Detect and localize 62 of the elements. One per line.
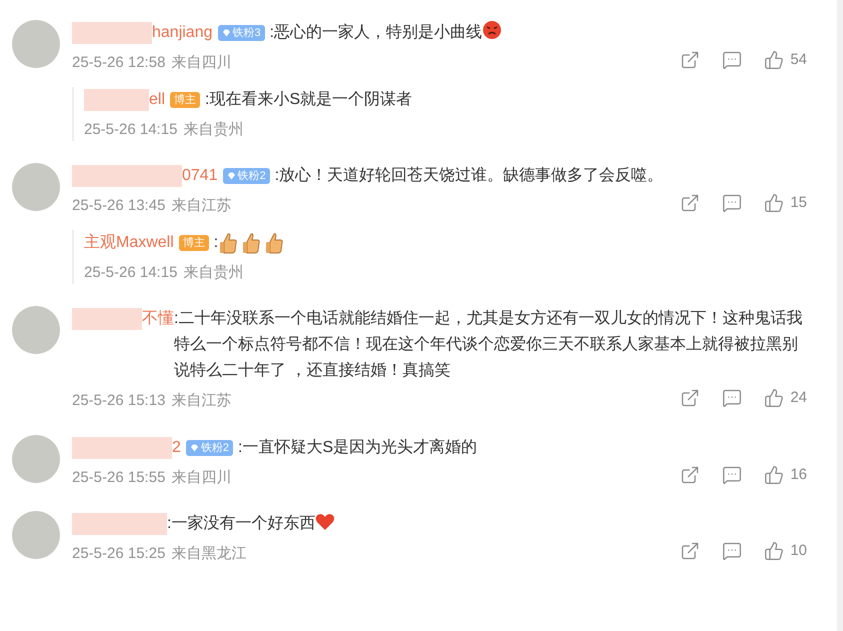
fan-badge: 铁粉2 [186,440,234,456]
timestamp: 25-5-26 14:15 [84,120,178,140]
like-count: 54 [790,50,807,70]
author-badge: 博主 [178,234,209,250]
diamond-icon [190,444,199,452]
username[interactable]: 2 [172,434,181,460]
author-badge: 博主 [170,92,200,108]
comment-text: :一直怀疑大S是因为光头才离婚的 [238,438,478,456]
thumbs-up-icon [218,232,238,254]
timestamp: 25-5-26 15:25 [72,544,166,564]
diamond-icon [226,172,236,180]
fan-badge: 铁粉3 [218,25,265,41]
location: 来自四川 [171,468,232,488]
thumbs-up-icon [264,232,284,254]
location: 来自四川 [171,53,232,73]
timestamp: 25-5-26 14:15 [84,262,178,282]
like-icon[interactable] [764,193,784,214]
like-icon[interactable] [764,464,784,485]
comment-icon[interactable] [722,541,742,562]
location: 来自黑龙江 [171,544,246,564]
like-count: 10 [790,541,807,561]
like-icon[interactable] [764,50,784,70]
heart-icon [315,513,336,531]
share-icon[interactable] [680,50,700,70]
diamond-icon [222,29,230,37]
like-count: 24 [790,388,807,408]
comment-text: :放心！天道好轮回苍天饶过谁。缺德事做多了会反噬。 [274,167,664,184]
location: 来自江苏 [171,391,232,411]
share-icon[interactable] [680,464,700,485]
like-icon[interactable] [764,541,784,562]
share-icon[interactable] [680,388,700,408]
timestamp: 25-5-26 15:55 [72,468,166,488]
thumbs-up-icon [241,232,262,254]
fan-badge: 铁粉2 [222,168,270,184]
location: 来自贵州 [183,120,244,140]
username[interactable]: ell [149,86,166,112]
location: 来自江苏 [171,196,232,216]
share-icon[interactable] [680,541,700,562]
timestamp: 25-5-26 15:13 [72,391,166,411]
location: 来自贵州 [183,262,244,282]
like-count: 16 [790,464,807,484]
comment-text: :恶心的一家人，特别是小曲线 [270,24,482,41]
share-icon[interactable] [680,193,700,214]
reply-text: :现在看来小S就是一个阴谋者 [205,90,412,110]
reply-text: : [214,232,218,252]
username[interactable]: 0741 [182,163,218,189]
username[interactable]: hanjiang [152,20,212,46]
timestamp: 25-5-26 12:58 [72,53,166,73]
comment-icon[interactable] [722,464,742,485]
pixelated-block [84,88,149,110]
pixelated-block [72,308,142,330]
like-icon[interactable] [764,388,784,408]
angry-face-icon [482,20,502,40]
username[interactable]: 不懂 [142,306,174,332]
username[interactable]: 主观Maxwell [84,230,174,256]
comment-icon[interactable] [722,193,742,214]
comment-icon[interactable] [722,50,742,70]
comment-icon[interactable] [722,388,742,408]
comment-text: :二十年没联系一个电话就能结婚住一起，尤其是女方还有一双儿女的情况下！这种鬼话我特么一个标点符号都不信！现在这个年代谈个恋爱你三天不联系人家基本上就得被拉黑别说特么二十年了 ，还直接结婚！真搞笑 [174,310,802,379]
like-count: 15 [790,193,807,213]
comment-text: :一家没有一个好东西 [167,515,316,532]
timestamp: 25-5-26 13:45 [72,196,166,216]
